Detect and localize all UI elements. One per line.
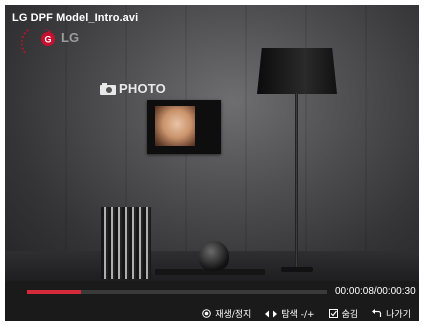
floor-lamp-pole bbox=[295, 93, 298, 271]
hint-hide[interactable]: 숨김 bbox=[328, 307, 359, 320]
striped-vase bbox=[101, 207, 151, 279]
control-hint-bar: 재생/정지 탐색 -/+ 숨김 나가기 bbox=[5, 306, 419, 321]
hint-hide-label: 숨김 bbox=[341, 310, 359, 320]
ceramic-pot bbox=[199, 241, 229, 271]
left-right-arrows-icon bbox=[265, 310, 278, 317]
video-title: LG DPF Model_Intro.avi bbox=[12, 12, 139, 24]
svg-text:G: G bbox=[44, 35, 51, 45]
wall-stripe bbox=[65, 5, 67, 281]
ok-button-icon bbox=[202, 309, 211, 318]
photo-label-text: PHOTO bbox=[119, 81, 166, 96]
digital-photo-frame bbox=[147, 100, 221, 154]
time-display: 00:00:08/00:00:30 bbox=[335, 286, 416, 297]
media-player-screen: G LG PHOTO LG DPF Model_Intro.avi 00:00:… bbox=[5, 5, 419, 321]
checkbox-icon bbox=[328, 309, 338, 318]
camera-icon bbox=[100, 82, 116, 95]
wall-stripe bbox=[365, 5, 367, 281]
hint-exit-label: 나가기 bbox=[386, 310, 411, 320]
hint-seek-label: 탐색 -/+ bbox=[281, 310, 315, 320]
lg-logo-icon: G bbox=[20, 25, 59, 63]
lg-logo-text: LG bbox=[61, 30, 80, 45]
progress-bar[interactable] bbox=[27, 290, 327, 294]
floor-lamp-base bbox=[281, 267, 313, 272]
portrait-photo bbox=[155, 106, 195, 146]
hint-play-pause[interactable]: 재생/정지 bbox=[202, 307, 251, 320]
hint-exit[interactable]: 나가기 bbox=[372, 307, 411, 320]
wall-stripe bbox=[245, 5, 247, 281]
return-arrow-icon bbox=[372, 309, 382, 317]
wall-stripe bbox=[305, 5, 307, 281]
progress-fill bbox=[27, 290, 81, 294]
photo-label: PHOTO bbox=[100, 81, 166, 96]
hint-seek[interactable]: 탐색 -/+ bbox=[265, 307, 315, 320]
hint-play-pause-label: 재생/정지 bbox=[215, 310, 252, 320]
video-frame[interactable]: G LG PHOTO LG DPF Model_Intro.avi bbox=[5, 5, 419, 281]
floor-lamp-shade bbox=[257, 48, 337, 94]
